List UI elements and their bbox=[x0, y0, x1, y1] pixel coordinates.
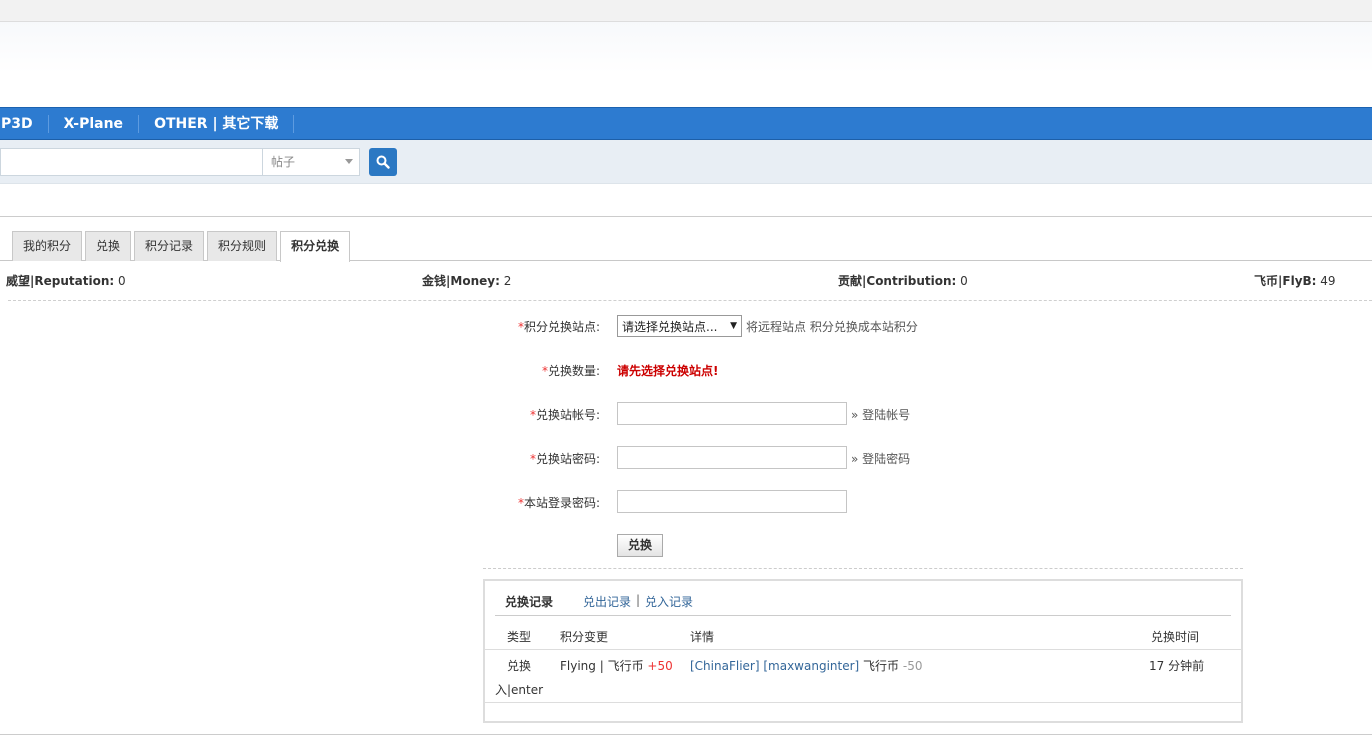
exchange-records-panel: 兑换记录 兑出记录 | 兑入记录 类型 积分变更 详情 兑换时间 兑换 入|en… bbox=[483, 579, 1243, 723]
site-header bbox=[0, 22, 1372, 107]
stat-money: 金钱|Money: 2 bbox=[422, 274, 512, 288]
site-hint: 将远程站点 积分兑换成本站积分 bbox=[746, 320, 918, 334]
tab-credit-log[interactable]: 积分记录 bbox=[134, 231, 205, 261]
site-label: *积分兑换站点: bbox=[517, 320, 600, 334]
browser-top-strip bbox=[0, 0, 1372, 22]
row-time: 17 分钟前 bbox=[1149, 659, 1205, 673]
form-divider bbox=[483, 568, 1243, 569]
header-detail: 详情 bbox=[690, 630, 715, 644]
site-select[interactable]: 请选择兑换站点... ▼ bbox=[617, 315, 742, 337]
detail-site-link[interactable]: [ChinaFlier] bbox=[690, 659, 760, 673]
stat-flyb: 飞币|FlyB: 49 bbox=[1254, 274, 1336, 288]
header-type: 类型 bbox=[507, 630, 532, 644]
search-bar: 帖子 bbox=[0, 140, 1372, 184]
records-tab-out[interactable]: 兑出记录 bbox=[583, 593, 631, 610]
header-divider bbox=[485, 649, 1241, 650]
search-icon bbox=[376, 155, 390, 169]
header-change: 积分变更 bbox=[560, 630, 609, 644]
search-input[interactable] bbox=[0, 147, 262, 176]
row-change: Flying | 飞行币 +50 bbox=[560, 659, 673, 673]
account-label: *兑换站帐号: bbox=[529, 408, 600, 422]
credit-tabs: 我的积分 兑换 积分记录 积分规则 积分兑换 bbox=[0, 231, 1372, 262]
account-hint: » 登陆帐号 bbox=[851, 408, 911, 422]
tab-credit-rules[interactable]: 积分规则 bbox=[207, 231, 278, 261]
row-type-direction: 入|enter bbox=[495, 683, 544, 697]
main-nav: / P3D X-Plane OTHER | 其它下载 bbox=[0, 107, 1372, 140]
amount-label: *兑换数量: bbox=[541, 364, 600, 378]
records-tabs: 兑换记录 兑出记录 | 兑入记录 bbox=[495, 581, 1231, 616]
dropdown-arrow-icon: ▼ bbox=[730, 321, 737, 331]
password-hint: » 登陆密码 bbox=[851, 452, 911, 466]
row-type: 兑换 bbox=[507, 659, 532, 673]
tab-credit-transfer[interactable]: 积分兑换 bbox=[280, 231, 351, 262]
tab-my-credits[interactable]: 我的积分 bbox=[12, 231, 83, 261]
records-tab-separator: | bbox=[636, 593, 641, 607]
records-tab-exchange[interactable]: 兑换记录 bbox=[505, 593, 553, 610]
nav-item-xplane[interactable]: X-Plane bbox=[49, 114, 140, 133]
search-type-label: 帖子 bbox=[271, 155, 296, 169]
stat-contribution: 贡献|Contribution: 0 bbox=[838, 274, 968, 288]
row-detail: [ChinaFlier] [maxwanginter] 飞行币 -50 bbox=[690, 659, 923, 673]
credit-stats: 威望|Reputation: 0 金钱|Money: 2 贡献|Contribu… bbox=[6, 261, 1372, 301]
row-divider bbox=[485, 702, 1241, 703]
local-password-input[interactable] bbox=[617, 490, 847, 513]
nav-item-p3d[interactable]: / P3D bbox=[0, 114, 49, 133]
exchange-submit-button[interactable]: 兑换 bbox=[617, 534, 663, 557]
records-tab-in[interactable]: 兑入记录 bbox=[645, 593, 693, 610]
password-label: *兑换站密码: bbox=[529, 452, 600, 466]
footer-divider bbox=[0, 734, 1372, 735]
amount-warning: 请先选择兑换站点! bbox=[617, 364, 719, 378]
tab-exchange[interactable]: 兑换 bbox=[85, 231, 132, 261]
nav-item-other[interactable]: OTHER | 其它下载 bbox=[139, 114, 295, 133]
search-type-select[interactable]: 帖子 bbox=[262, 147, 360, 176]
stat-reputation: 威望|Reputation: 0 bbox=[6, 274, 126, 288]
search-button[interactable] bbox=[369, 147, 397, 176]
account-input[interactable] bbox=[617, 402, 847, 425]
header-time: 兑换时间 bbox=[1151, 630, 1200, 644]
local-password-label: *本站登录密码: bbox=[517, 496, 600, 510]
password-input[interactable] bbox=[617, 446, 847, 469]
detail-user-link[interactable]: [maxwanginter] bbox=[763, 659, 859, 673]
spacer bbox=[0, 184, 1372, 217]
chevron-down-icon bbox=[345, 159, 353, 164]
